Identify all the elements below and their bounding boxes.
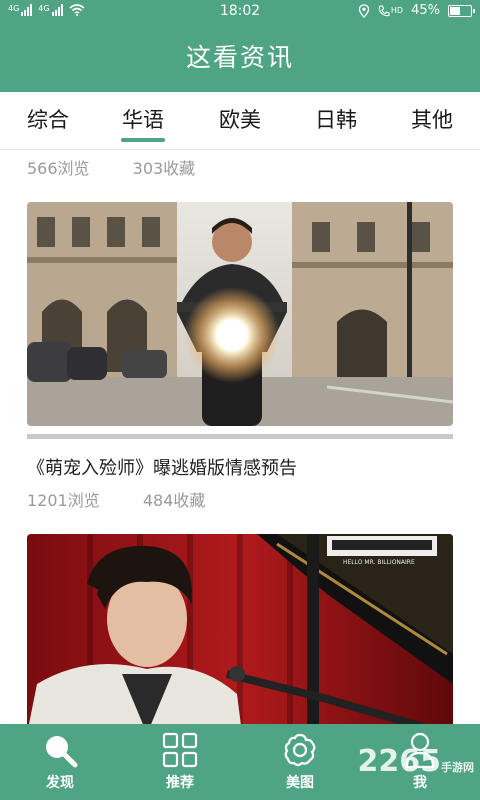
news-feed[interactable]: 566浏览 303收藏 《萌宠入殓师》曝逃婚版情感预告 1201浏览 484收藏… [0, 151, 480, 724]
tab-rihan[interactable]: 日韩 [296, 104, 376, 134]
tab-label: 日韩 [315, 108, 357, 132]
nav-discover[interactable]: 发现 [0, 730, 120, 792]
watermark-logo: 2265手游网 [358, 744, 475, 779]
nav-label: 推荐 [166, 775, 194, 791]
app-title: 这看资讯 [0, 24, 480, 92]
status-right-group: HD 45% [358, 3, 475, 18]
nav-label: 发现 [46, 775, 74, 791]
volte-icon: HD [378, 4, 404, 17]
tab-label: 综合 [27, 108, 69, 132]
tab-huayu[interactable]: 华语 [103, 104, 183, 142]
status-bar: 4G 4G 18:02 HD 45% [0, 0, 480, 24]
search-icon [46, 736, 78, 768]
divider [27, 434, 453, 439]
piano-poster-photo: HELLO MR. BILLIONAIRE [27, 534, 453, 724]
watermark-number: 2265 [357, 744, 442, 779]
tab-qita[interactable]: 其他 [392, 104, 472, 134]
grid-icon [162, 732, 198, 768]
flower-icon [284, 733, 316, 767]
tab-label: 其他 [411, 108, 453, 132]
tab-label: 欧美 [219, 108, 261, 132]
watermark-text: 手游网 [441, 761, 474, 774]
favorite-count: 303收藏 [132, 159, 196, 178]
tab-zonghe[interactable]: 综合 [8, 104, 88, 134]
favorite-count: 484收藏 [142, 491, 206, 510]
tab-oumei[interactable]: 欧美 [200, 104, 280, 134]
news-item-image[interactable] [27, 202, 453, 426]
battery-percent: 45% [411, 3, 440, 18]
category-tabs: 综合 华语 欧美 日韩 其他 [0, 92, 480, 150]
bottom-nav: 发现 推荐 美图 我 2265手游网 [0, 724, 480, 800]
news-item-meta: 1201浏览 484收藏 [27, 487, 205, 511]
news-item-title[interactable]: 《萌宠入殓师》曝逃婚版情感预告 [27, 454, 297, 480]
active-tab-indicator [121, 138, 165, 142]
nav-label: 美图 [286, 775, 314, 791]
poster-subtitle: HELLO MR. BILLIONAIRE [343, 559, 415, 566]
battery-icon [448, 4, 475, 17]
view-count: 566浏览 [27, 159, 90, 178]
motorcycle-street-photo [27, 202, 453, 426]
tab-label: 华语 [122, 108, 164, 132]
nav-gallery[interactable]: 美图 [240, 730, 360, 792]
news-item-image[interactable]: HELLO MR. BILLIONAIRE [27, 534, 453, 724]
volte-label: HD [390, 6, 404, 15]
view-count: 1201浏览 [27, 491, 100, 510]
location-icon [358, 3, 370, 18]
prev-item-meta: 566浏览 303收藏 [27, 155, 195, 179]
nav-recommend[interactable]: 推荐 [120, 730, 240, 792]
